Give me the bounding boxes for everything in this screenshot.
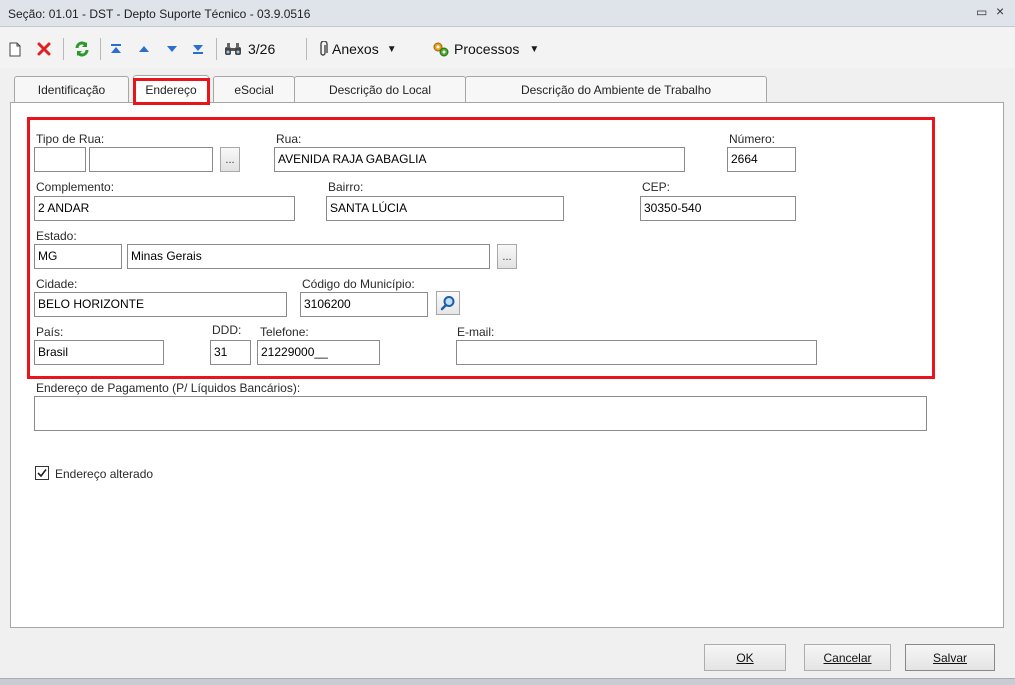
estado-label: Estado: [36,229,77,243]
endereco-pagamento-input[interactable] [34,396,927,431]
cancelar-button[interactable]: Cancelar [804,644,891,671]
tab-esocial[interactable]: eSocial [213,76,295,103]
anexos-label: Anexos [332,41,379,57]
ddd-input[interactable]: 31 [210,340,251,365]
municipio-search-button[interactable] [436,291,460,315]
tab-endereco[interactable]: Endereço [133,75,209,104]
estado-lookup-button[interactable]: ... [497,244,517,269]
rua-input[interactable]: AVENIDA RAJA GABAGLIA [274,147,685,172]
refresh-icon[interactable] [71,37,93,61]
complemento-label: Complemento: [36,180,115,194]
telefone-input[interactable]: 21229000__ [257,340,380,365]
ddd-label: DDD: [212,323,242,337]
bairro-label: Bairro: [328,180,364,194]
ok-button[interactable]: OK [704,644,786,671]
toolbar-separator [216,38,217,60]
codigo-municipio-input[interactable]: 3106200 [300,292,428,317]
delete-icon[interactable] [34,37,54,61]
telefone-label: Telefone: [260,325,309,339]
bairro-input[interactable]: SANTA LÚCIA [326,196,564,221]
tipo-rua-code-input[interactable] [34,147,86,172]
numero-label: Número: [729,132,776,146]
binoculars-icon[interactable] [222,37,244,61]
estado-code-input[interactable]: MG [34,244,122,269]
processes-icon [432,41,450,57]
tab-identificacao[interactable]: Identificação [14,76,129,103]
codigo-municipio-label: Código do Município: [302,277,415,291]
close-icon[interactable]: × [996,3,1004,19]
cep-label: CEP: [642,180,671,194]
rua-label: Rua: [276,132,302,146]
checkmark-icon [37,468,47,478]
last-record-icon[interactable] [189,37,207,61]
toolbar-separator [63,38,64,60]
email-label: E-mail: [457,325,495,339]
pais-label: País: [36,325,64,339]
processos-button[interactable]: Processos ▼ [432,37,556,61]
new-document-icon[interactable] [6,37,24,61]
cep-input[interactable]: 30350-540 [640,196,796,221]
estado-name-input[interactable]: Minas Gerais [127,244,490,269]
endereco-alterado-label: Endereço alterado [55,467,154,481]
chevron-down-icon: ▼ [386,43,397,55]
paperclip-icon [318,41,328,57]
tab-descricao-local[interactable]: Descrição do Local [294,76,466,103]
numero-input[interactable]: 2664 [727,147,796,172]
cidade-input[interactable]: BELO HORIZONTE [34,292,287,317]
search-icon [440,295,456,311]
toolbar-separator [306,38,307,60]
salvar-button[interactable]: Salvar [905,644,995,671]
title-bar: Seção: 01.01 - DST - Depto Suporte Técni… [0,0,1015,27]
complemento-input[interactable]: 2 ANDAR [34,196,295,221]
toolbar-separator [100,38,101,60]
chevron-down-icon: ▼ [529,43,540,55]
next-record-icon[interactable] [163,37,181,61]
tipo-rua-lookup-button[interactable]: ... [220,147,240,172]
endereco-alterado-checkbox[interactable] [35,466,49,480]
previous-record-icon[interactable] [135,37,153,61]
tipo-rua-description-input[interactable] [89,147,213,172]
status-bar [0,678,1015,685]
toolbar: 3/26 Anexos ▼ Processos ▼ [0,28,1015,68]
endereco-pagamento-label: Endereço de Pagamento (P/ Líquidos Bancá… [36,381,301,395]
address-panel [10,102,1004,628]
window-title: Seção: 01.01 - DST - Depto Suporte Técni… [8,7,311,21]
first-record-icon[interactable] [107,37,125,61]
cidade-label: Cidade: [36,277,78,291]
tipo-rua-label: Tipo de Rua: [36,132,105,146]
record-counter: 3/26 [248,41,276,57]
tab-descricao-ambiente[interactable]: Descrição do Ambiente de Trabalho [465,76,767,103]
pais-input[interactable]: Brasil [34,340,164,365]
email-input[interactable] [456,340,817,365]
anexos-button[interactable]: Anexos ▼ [318,37,422,61]
restore-icon[interactable]: ▭ [976,5,987,19]
processos-label: Processos [454,41,520,57]
